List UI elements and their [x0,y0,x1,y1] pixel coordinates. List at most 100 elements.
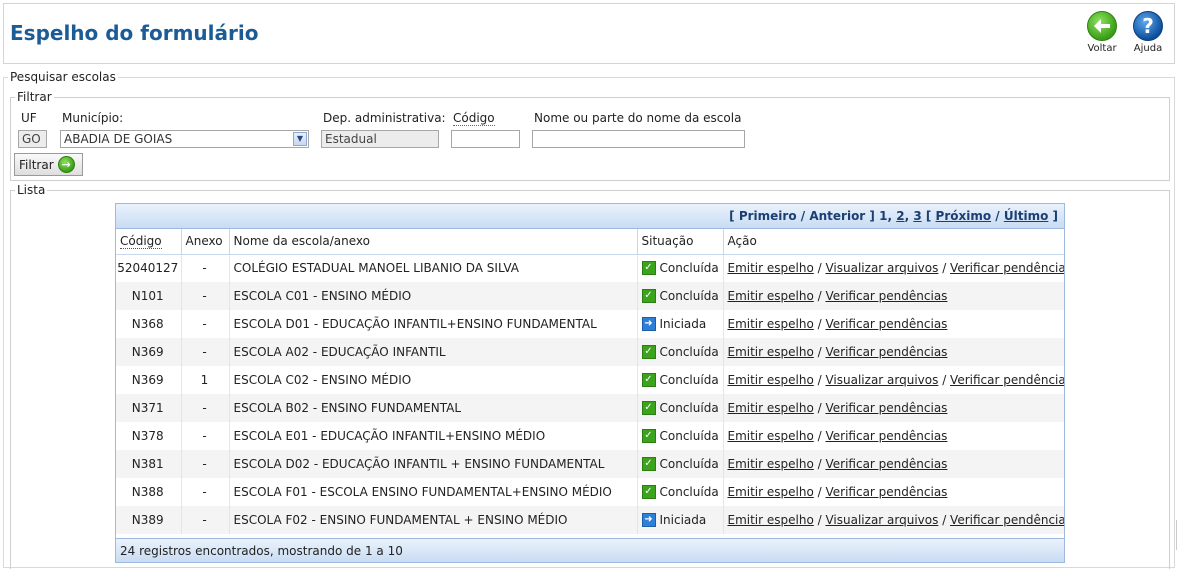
results-table: Código Anexo Nome da escola/anexo Situaç… [116,229,1064,534]
verify-pending-link[interactable]: Verificar pendências [825,429,947,443]
cell-situacao: ✓ Concluída [637,422,724,450]
verify-pending-link[interactable]: Verificar pendências [950,373,1064,387]
cell-acao: Emitir espelho / Verificar pendências [723,338,1064,366]
action-sep: / [813,401,826,415]
table-row: N371- ESCOLA B02 - ENSINO FUNDAMENTAL ✓ Con… [116,394,1064,422]
codigo-input[interactable] [451,130,520,148]
view-files-link[interactable]: Visualizar arquivos [825,373,938,387]
municipio-value: ABADIA DE GOIAS [64,132,173,146]
status-text: Concluída [659,429,719,443]
col-situacao: Situação [637,229,724,255]
check-icon: ✓ [641,261,656,276]
emit-mirror-link[interactable]: Emitir espelho [728,401,814,415]
table-row: N378- ESCOLA E01 - EDUCAÇÃO INFANTIL+ENSI… [116,422,1064,450]
cell-anexo: - [181,394,230,422]
cell-codigo: N378 [116,422,182,450]
nome-input[interactable] [532,130,745,148]
filter-button-label: Filtrar [19,157,54,172]
cell-anexo: - [181,310,230,338]
emit-mirror-link[interactable]: Emitir espelho [728,429,814,443]
table-row: N389- ESCOLA F02 - ENSINO FUNDAMENTAL + E… [116,506,1064,534]
verify-pending-link[interactable]: Verificar pendências [825,317,947,331]
check-icon: ✓ [641,345,656,359]
help-button[interactable]: ? Ajuda [1128,11,1168,54]
emit-mirror-link[interactable]: Emitir espelho [728,261,814,275]
col-codigo-label: Código [120,234,162,250]
emit-mirror-link[interactable]: Emitir espelho [728,457,814,471]
uf-label: UF [21,111,37,125]
cell-nome: ESCOLA F02 - ENSINO FUNDAMENTAL + ENSINO… [229,506,638,534]
cell-situacao: ✓ Concluída [637,338,724,366]
verify-pending-link[interactable]: Verificar pendências [825,345,947,359]
list-legend: Lista [17,183,46,197]
verify-pending-link[interactable]: Verificar pendências [950,513,1064,527]
emit-mirror-link[interactable]: Emitir espelho [728,317,814,331]
verify-pending-link[interactable]: Verificar pendências [950,261,1064,275]
cell-nome: ESCOLA A02 - EDUCAÇÃO INFANTIL [229,338,638,366]
filter-button[interactable]: Filtrar → [14,153,83,176]
action-sep: / [813,261,826,276]
cell-anexo: - [181,254,230,282]
verify-pending-link[interactable]: Verificar pendências [825,401,947,415]
cell-situacao: ✓ Concluída [637,282,724,310]
pager-last[interactable]: Último [1004,209,1048,223]
col-codigo[interactable]: Código [116,229,182,255]
help-label: Ajuda [1133,43,1163,54]
action-sep: / [813,373,826,387]
cell-codigo: N369 [116,338,182,366]
pager-close-bracket-2: ] [1052,209,1058,223]
table-header-row: Código Anexo Nome da escola/anexo Situaç… [116,229,1064,255]
cell-acao: Emitir espelho / Verificar pendências [723,394,1064,422]
results-grid: [ Primeiro / Anterior ] 1, 2, 3 [ Próxim… [115,203,1065,563]
verify-pending-link[interactable]: Verificar pendências [825,485,947,499]
verify-pending-link[interactable]: Verificar pendências [825,289,947,303]
table-row: N101- ESCOLA C01 - ENSINO MÉDIO ✓ Concluída… [116,282,1064,310]
action-sep: / [813,289,826,303]
municipio-select[interactable]: ABADIA DE GOIAS ▼ [60,130,309,148]
status-text: Concluída [659,485,719,499]
cell-anexo: - [181,282,230,310]
cell-codigo: N371 [116,394,182,422]
pager-previous: Anterior [809,209,866,223]
verify-pending-link[interactable]: Verificar pendências [825,457,947,471]
municipio-label: Município: [62,111,124,125]
cell-nome: ESCOLA E01 - EDUCAÇÃO INFANTIL+ENSINO MÉ… [229,422,638,450]
scrollbar-edge [1176,520,1181,550]
emit-mirror-link[interactable]: Emitir espelho [728,513,814,527]
col-acao: Ação [723,229,1064,255]
emit-mirror-link[interactable]: Emitir espelho [728,345,814,359]
cell-situacao: ✓ Concluída [637,478,724,506]
action-sep: / [938,373,951,387]
cell-situacao: ➜ Iniciada [637,506,724,534]
cell-situacao: ➜ Iniciada [637,310,724,338]
cell-situacao: ✓ Concluída [637,254,724,282]
emit-mirror-link[interactable]: Emitir espelho [728,289,814,303]
cell-nome: COLÉGIO ESTADUAL MANOEL LIBANIO DA SILVA [229,254,638,282]
view-files-link[interactable]: Visualizar arquivos [825,513,938,527]
go-arrow-icon: → [57,156,75,173]
search-legend: Pesquisar escolas [10,70,116,84]
pager-page-3[interactable]: 3 [913,209,921,223]
cell-acao: Emitir espelho / Verificar pendências [723,282,1064,310]
table-row: N381- ESCOLA D02 - EDUCAÇÃO INFANTIL + EN… [116,450,1064,478]
table-row: 52040127- COLÉGIO ESTADUAL MANOEL LIBANIO… [116,254,1064,282]
cell-codigo: N381 [116,450,182,478]
view-files-link[interactable]: Visualizar arquivos [825,261,938,275]
pager-open-bracket-2: [ [925,209,932,223]
table-row: N369- ESCOLA A02 - EDUCAÇÃO INFANTIL ✓ Conc… [116,338,1064,366]
cell-situacao: ✓ Concluída [637,394,724,422]
emit-mirror-link[interactable]: Emitir espelho [728,373,814,387]
back-button[interactable]: Voltar [1082,11,1122,54]
dep-field: Estadual [321,130,439,148]
cell-codigo: N369 [116,366,182,394]
results-count: 24 registros encontrados, mostrando de 1… [116,538,1064,562]
status-text: Concluída [659,289,719,303]
filter-legend: Filtrar [17,90,52,104]
emit-mirror-link[interactable]: Emitir espelho [728,485,814,499]
cell-acao: Emitir espelho / Verificar pendências [723,478,1064,506]
pager-page-2[interactable]: 2 [896,209,904,223]
cell-nome: ESCOLA D02 - EDUCAÇÃO INFANTIL + ENSINO … [229,450,638,478]
status-text: Iniciada [659,513,707,527]
pager-next[interactable]: Próximo [936,209,992,223]
chevron-down-icon[interactable]: ▼ [293,132,307,146]
